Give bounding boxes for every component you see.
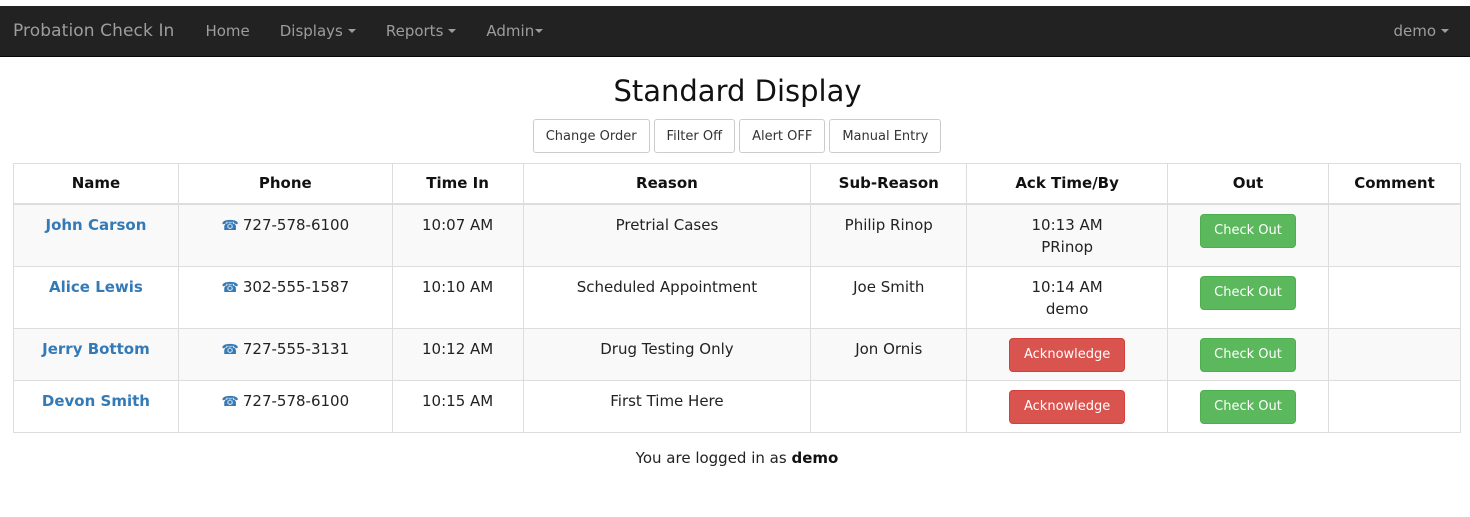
logged-in-username: demo bbox=[791, 449, 839, 467]
cell-reason: First Time Here bbox=[522, 379, 812, 433]
nav-displays-dropdown[interactable]: Displays bbox=[265, 22, 371, 40]
cell-sub-reason: Jon Ornis bbox=[810, 327, 968, 381]
cell-phone: ☎ 727-578-6100 bbox=[177, 203, 393, 267]
table-row: John Carson ☎ 727-578-6100 10:07 AM Pretr… bbox=[13, 203, 1461, 267]
cell-comment bbox=[1328, 327, 1461, 381]
check-out-button[interactable]: Check Out bbox=[1200, 337, 1297, 372]
change-order-button[interactable]: Change Order bbox=[532, 119, 650, 153]
cell-time-in: 10:15 AM bbox=[391, 379, 524, 433]
phone-icon: ☎ bbox=[221, 279, 239, 296]
caret-down-icon bbox=[1441, 29, 1449, 33]
nav-displays-label: Displays bbox=[279, 22, 343, 40]
ack-by: demo bbox=[1045, 299, 1089, 318]
cell-phone: ☎ 727-555-3131 bbox=[177, 327, 393, 381]
phone-number: 727-555-3131 bbox=[242, 339, 350, 358]
header-phone: Phone bbox=[177, 163, 393, 205]
cell-name: Jerry Bottom bbox=[13, 327, 179, 381]
nav-reports-label: Reports bbox=[385, 22, 444, 40]
cell-time-in: 10:12 AM bbox=[391, 327, 524, 381]
table-row: Alice Lewis ☎ 302-555-1587 10:10 AM Sched… bbox=[13, 265, 1461, 329]
nav-home-label: Home bbox=[205, 22, 250, 40]
header-out: Out bbox=[1167, 163, 1329, 205]
phone-number: 302-555-1587 bbox=[242, 277, 350, 296]
nav-reports-dropdown[interactable]: Reports bbox=[371, 22, 472, 40]
display-toolbar: Change Order Filter Off Alert OFF Manual… bbox=[0, 119, 1470, 153]
cell-time-in: 10:10 AM bbox=[391, 265, 524, 329]
header-comment: Comment bbox=[1328, 163, 1461, 205]
top-navbar: Probation Check In Home Displays Reports… bbox=[0, 6, 1470, 57]
ack-time: 10:14 AM bbox=[1031, 277, 1103, 296]
cell-ack: 10:13 AM PRinop bbox=[966, 203, 1169, 267]
cell-name: John Carson bbox=[13, 203, 179, 267]
cell-out: Check Out bbox=[1167, 327, 1329, 381]
header-ack-time-by: Ack Time/By bbox=[966, 163, 1169, 205]
phone-icon: ☎ bbox=[221, 217, 239, 234]
phone-number: 727-578-6100 bbox=[242, 391, 350, 410]
table-row: Devon Smith ☎ 727-578-6100 10:15 AM First… bbox=[13, 379, 1461, 433]
phone-icon: ☎ bbox=[221, 393, 239, 410]
login-status-prefix: You are logged in as bbox=[635, 449, 792, 467]
cell-ack: 10:14 AM demo bbox=[966, 265, 1169, 329]
caret-down-icon bbox=[448, 29, 457, 33]
caret-down-icon bbox=[535, 29, 544, 33]
acknowledge-button[interactable]: Acknowledge bbox=[1009, 337, 1126, 372]
cell-comment bbox=[1328, 379, 1461, 433]
cell-sub-reason: Joe Smith bbox=[810, 265, 968, 329]
checkin-table: Name Phone Time In Reason Sub-Reason Ack… bbox=[13, 163, 1461, 433]
nav-home[interactable]: Home bbox=[190, 22, 264, 40]
client-name-link[interactable]: Jerry Bottom bbox=[42, 340, 150, 358]
check-out-button[interactable]: Check Out bbox=[1200, 275, 1297, 310]
brand-link[interactable]: Probation Check In bbox=[13, 21, 174, 41]
cell-comment bbox=[1328, 203, 1461, 267]
table-header-row: Name Phone Time In Reason Sub-Reason Ack… bbox=[13, 163, 1461, 205]
cell-name: Devon Smith bbox=[13, 379, 179, 433]
filter-toggle-button[interactable]: Filter Off bbox=[653, 119, 736, 153]
acknowledge-button[interactable]: Acknowledge bbox=[1009, 389, 1126, 424]
header-name: Name bbox=[13, 163, 179, 205]
ack-by: PRinop bbox=[1041, 237, 1094, 256]
table-row: Jerry Bottom ☎ 727-555-3131 10:12 AM Drug… bbox=[13, 327, 1461, 381]
cell-phone: ☎ 727-578-6100 bbox=[177, 379, 393, 433]
cell-reason: Scheduled Appointment bbox=[522, 265, 812, 329]
cell-sub-reason bbox=[810, 379, 968, 433]
header-time-in: Time In bbox=[391, 163, 524, 205]
cell-sub-reason: Philip Rinop bbox=[810, 203, 968, 267]
client-name-link[interactable]: Devon Smith bbox=[42, 392, 150, 410]
cell-comment bbox=[1328, 265, 1461, 329]
client-name-link[interactable]: Alice Lewis bbox=[49, 278, 143, 296]
check-out-button[interactable]: Check Out bbox=[1200, 213, 1297, 248]
login-status: You are logged in as demo bbox=[0, 449, 1470, 467]
cell-ack: Acknowledge bbox=[966, 379, 1169, 433]
cell-phone: ☎ 302-555-1587 bbox=[177, 265, 393, 329]
phone-number: 727-578-6100 bbox=[242, 215, 350, 234]
cell-reason: Pretrial Cases bbox=[522, 203, 812, 267]
cell-out: Check Out bbox=[1167, 203, 1329, 267]
cell-ack: Acknowledge bbox=[966, 327, 1169, 381]
phone-icon: ☎ bbox=[221, 341, 239, 358]
client-name-link[interactable]: John Carson bbox=[45, 216, 146, 234]
cell-out: Check Out bbox=[1167, 265, 1329, 329]
caret-down-icon bbox=[347, 29, 356, 33]
page-title: Standard Display bbox=[613, 74, 862, 108]
ack-time: 10:13 AM bbox=[1031, 215, 1103, 234]
manual-entry-button[interactable]: Manual Entry bbox=[829, 119, 942, 153]
header-sub-reason: Sub-Reason bbox=[810, 163, 968, 205]
cell-out: Check Out bbox=[1167, 379, 1329, 433]
user-menu-dropdown[interactable]: demo bbox=[1378, 22, 1464, 40]
header-reason: Reason bbox=[522, 163, 812, 205]
cell-time-in: 10:07 AM bbox=[391, 203, 524, 267]
nav-admin-label: Admin bbox=[486, 22, 535, 40]
check-out-button[interactable]: Check Out bbox=[1200, 389, 1297, 424]
cell-name: Alice Lewis bbox=[13, 265, 179, 329]
user-menu-label: demo bbox=[1393, 22, 1436, 40]
cell-reason: Drug Testing Only bbox=[522, 327, 812, 381]
nav-admin-dropdown[interactable]: Admin bbox=[471, 22, 558, 40]
alert-toggle-button[interactable]: Alert OFF bbox=[739, 119, 826, 153]
